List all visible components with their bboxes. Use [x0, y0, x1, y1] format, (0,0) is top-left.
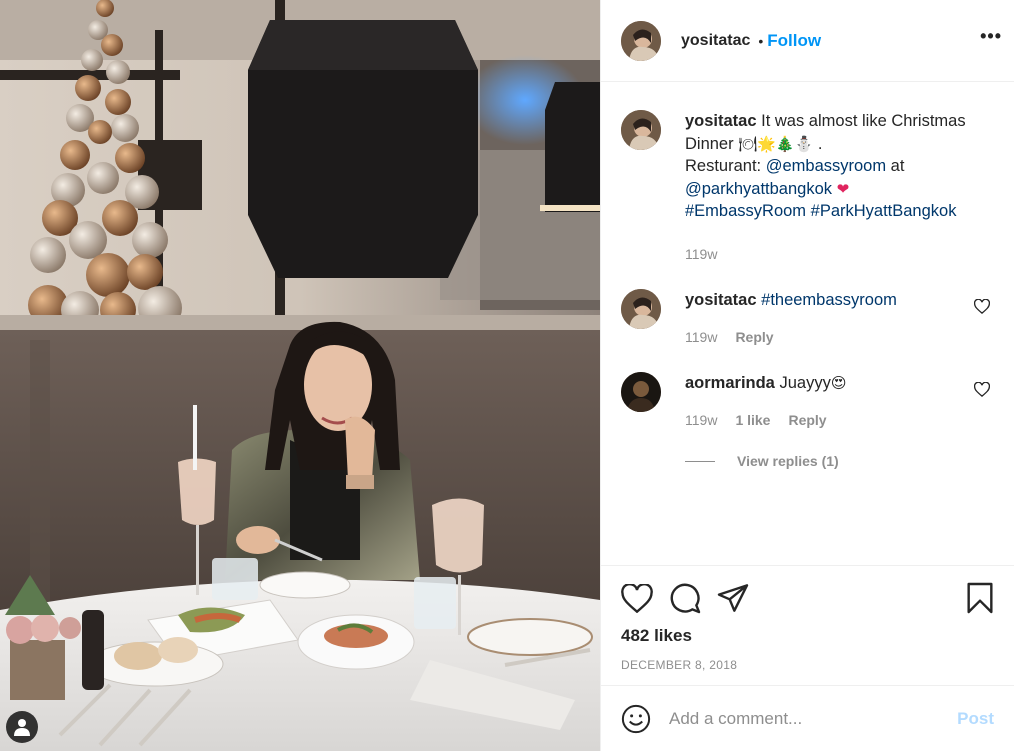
more-options-icon[interactable]: ••• — [980, 26, 1002, 47]
hashtag-parkhyattbangkok[interactable]: #ParkHyattBangkok — [811, 202, 957, 220]
caption-meta: 119w — [685, 243, 985, 266]
heart-icon[interactable] — [621, 583, 653, 613]
pepper-mill — [82, 610, 104, 690]
instagram-post-modal: yositatac • Follow ••• yositatac It was … — [0, 0, 1014, 751]
caption-body: yositatac It was almost like Christmas D… — [685, 110, 985, 265]
at-text: at — [886, 157, 905, 175]
share-icon[interactable] — [717, 583, 749, 613]
post-details-panel: yositatac • Follow ••• yositatac It was … — [600, 0, 1014, 751]
follow-button[interactable]: Follow — [767, 31, 821, 51]
bookmark-icon[interactable] — [966, 582, 994, 614]
comment-time[interactable]: 119w — [685, 326, 717, 349]
comment-username[interactable]: aormarinda — [685, 374, 775, 392]
comment-icon[interactable] — [669, 582, 701, 614]
red-heart-emoji: ❤ — [836, 179, 850, 198]
author-avatar[interactable] — [621, 20, 661, 61]
reply-button[interactable]: Reply — [788, 409, 826, 432]
caption-text-end: . — [813, 134, 823, 153]
comment-username[interactable]: yositatac — [685, 291, 757, 309]
comment-meta: 119w 1 like Reply — [685, 409, 985, 432]
comment-meta: 119w Reply — [685, 326, 985, 349]
caption-emoji: 🍽🌟🎄⛄ — [738, 134, 814, 153]
comment-hashtag[interactable]: #theembassyroom — [761, 291, 897, 309]
restaurant-photo — [0, 0, 600, 751]
like-comment-heart-icon[interactable] — [974, 299, 990, 314]
hashtag-embassyroom[interactable]: #EmbassyRoom — [685, 202, 806, 220]
comment-body: aormarinda Juayyy😍 119w 1 like Reply — [685, 372, 985, 431]
comment-avatar[interactable] — [621, 289, 661, 329]
comment-time[interactable]: 119w — [685, 409, 717, 432]
post-comment-button[interactable]: Post — [957, 709, 994, 729]
comment-avatar[interactable] — [621, 372, 661, 412]
post-header: yositatac • Follow ••• — [601, 0, 1014, 82]
caption-avatar[interactable] — [621, 110, 661, 150]
user-tag-button[interactable] — [6, 711, 38, 743]
reply-button[interactable]: Reply — [735, 326, 773, 349]
action-icons — [621, 580, 994, 616]
post-actions: 482 likes DECEMBER 8, 2018 — [601, 565, 1014, 685]
likes-count[interactable]: 482 likes — [621, 626, 994, 646]
comment-item: yositatac #theembassyroom 119w Reply — [621, 289, 994, 348]
view-replies-line — [685, 460, 715, 462]
restaurant-label: Resturant: — [685, 157, 766, 175]
caption-username[interactable]: yositatac — [685, 112, 757, 130]
post-date[interactable]: DECEMBER 8, 2018 — [621, 658, 994, 672]
comment-text: Juayyy — [779, 374, 831, 392]
comments-section[interactable]: yositatac It was almost like Christmas D… — [601, 82, 1014, 565]
author-username[interactable]: yositatac — [681, 32, 750, 50]
comment-item: aormarinda Juayyy😍 119w 1 like Reply — [621, 372, 994, 431]
mention-parkhyattbangkok[interactable]: @parkhyattbangkok — [685, 180, 832, 198]
add-comment-bar: Post — [601, 685, 1014, 751]
like-comment-heart-icon[interactable] — [974, 382, 990, 397]
caption: yositatac It was almost like Christmas D… — [621, 110, 994, 265]
comment-body: yositatac #theembassyroom 119w Reply — [685, 289, 985, 348]
user-icon — [14, 719, 30, 736]
comment-likes[interactable]: 1 like — [735, 409, 770, 432]
view-replies-label: View replies (1) — [737, 453, 839, 469]
emoji-smiley-icon[interactable] — [621, 704, 651, 734]
caption-time[interactable]: 119w — [685, 243, 717, 266]
mention-embassyroom[interactable]: @embassyroom — [766, 157, 886, 175]
comment-input[interactable] — [669, 708, 958, 729]
separator-dot: • — [758, 32, 764, 49]
post-photo[interactable] — [0, 0, 600, 751]
heart-eyes-emoji: 😍 — [830, 374, 847, 392]
view-replies-button[interactable]: View replies (1) — [685, 453, 994, 469]
